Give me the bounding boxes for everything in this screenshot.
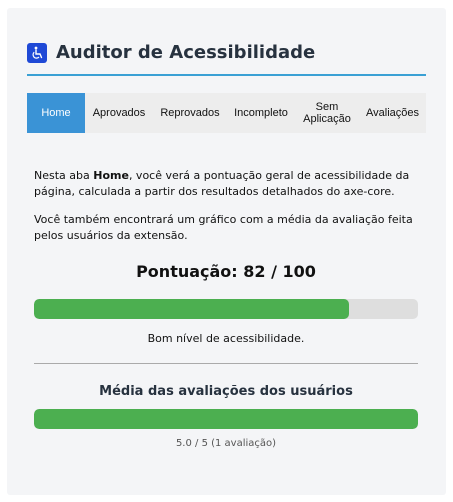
app-title: Auditor de Acessibilidade [56,42,316,63]
tab-reprovados[interactable]: Reprovados [153,93,227,133]
ratings-title: Média das avaliações dos usuários [99,384,353,399]
score-status: Bom nível de acessibilidade. [147,332,305,345]
tab-home[interactable]: Home [27,93,85,133]
score-progress-bar [34,299,418,319]
divider [34,363,418,364]
tab-incompleto[interactable]: Incompleto [227,93,295,133]
tab-sem-aplicacao[interactable]: Sem Aplicação [295,93,359,133]
score-progress-fill [34,299,349,319]
home-content: Nesta aba Home, você verá a pontuação ge… [34,168,419,256]
rating-progress-fill [34,409,418,429]
intro-prefix: Nesta aba [34,169,94,182]
score-label: Pontuação: 82 / 100 [136,262,316,281]
rating-progress-bar [34,409,418,429]
wheelchair-icon [27,43,47,63]
chart-paragraph: Você também encontrará um gráfico com a … [34,213,413,242]
tab-bar: Home Aprovados Reprovados Incompleto Sem… [27,93,426,133]
tab-aprovados[interactable]: Aprovados [85,93,153,133]
rating-text: 5.0 / 5 (1 avaliação) [175,438,277,449]
intro-bold: Home [93,169,129,182]
header: Auditor de Acessibilidade [27,40,426,76]
intro-paragraph: Nesta aba Home, você verá a pontuação ge… [34,168,419,200]
tab-avaliacoes[interactable]: Avaliações [359,93,426,133]
